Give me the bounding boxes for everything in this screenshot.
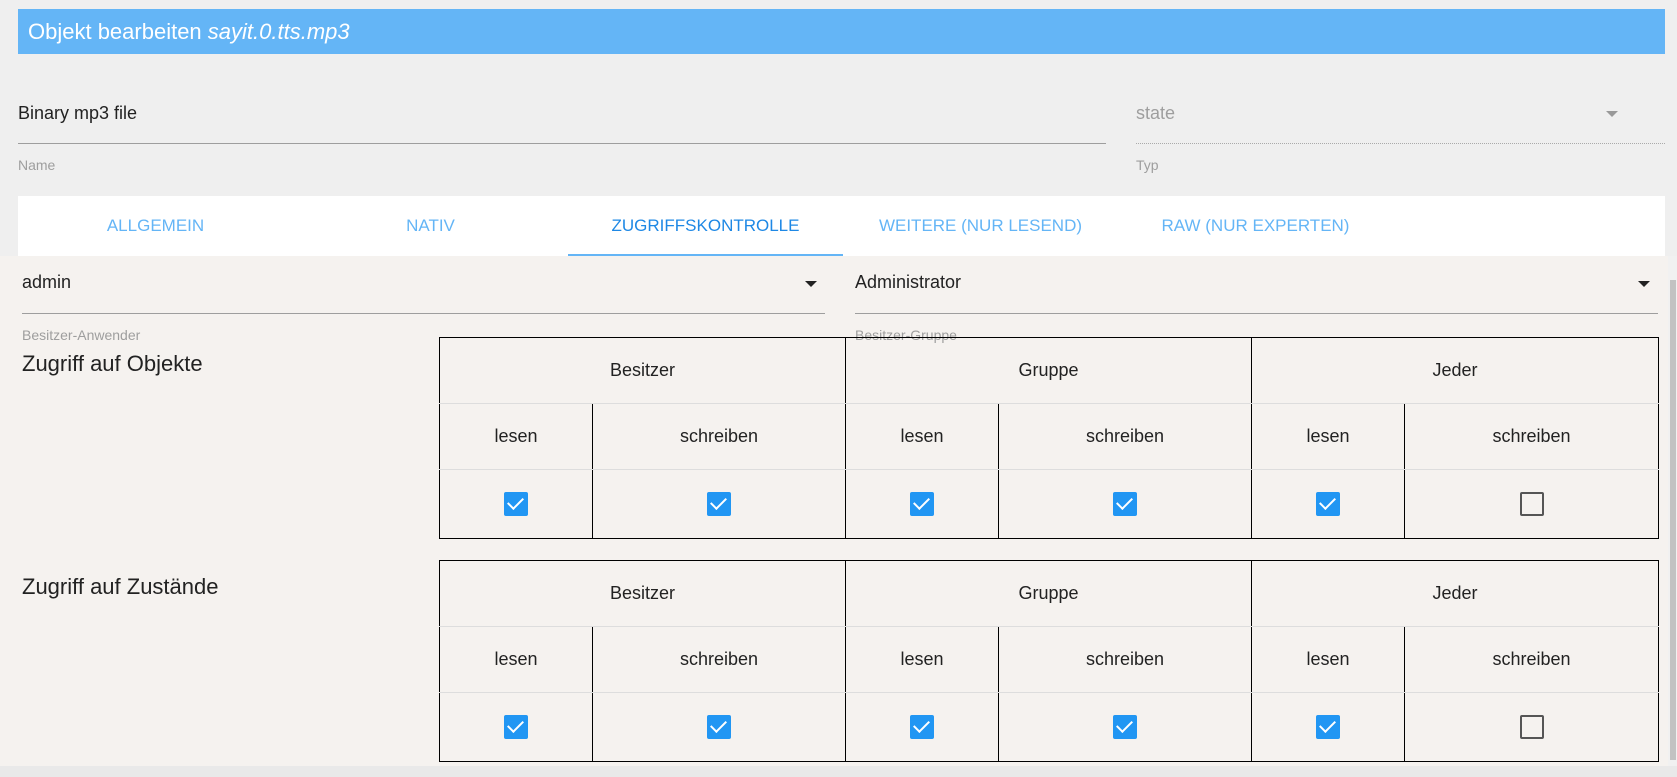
tab-allgemein[interactable]: ALLGEMEIN	[18, 196, 293, 256]
owner-group-value[interactable]: Administrator	[855, 272, 961, 293]
name-field[interactable]: Binary mp3 file Name	[18, 100, 1106, 180]
bottom-strip	[0, 766, 1677, 777]
dialog-title-bar: Objekt bearbeiten sayit.0.tts.mp3	[18, 9, 1665, 54]
header-read: lesen	[1251, 626, 1406, 693]
states-access-label: Zugriff auf Zustände	[22, 574, 219, 599]
objects-everyone-read-checkbox[interactable]	[1316, 492, 1341, 516]
scrollbar-thumb[interactable]	[1670, 280, 1676, 760]
tab-weitere[interactable]: WEITERE (NUR LESEND)	[843, 196, 1118, 256]
states-everyone-read-checkbox[interactable]	[1316, 715, 1341, 739]
objects-access-label: Zugriff auf Objekte	[22, 351, 203, 376]
states-owner-write-checkbox[interactable]	[707, 715, 731, 739]
type-helper-label: Typ	[1136, 157, 1159, 173]
header-write: schreiben	[1404, 626, 1660, 693]
objects-everyone-write-checkbox[interactable]	[1519, 492, 1544, 516]
objects-owner-write-checkbox[interactable]	[707, 492, 731, 516]
header-write: schreiben	[1404, 403, 1660, 470]
header-group: Gruppe	[844, 337, 1253, 404]
chevron-down-icon[interactable]	[1606, 111, 1618, 117]
owner-user-underline	[22, 313, 825, 314]
objects-access-table: Besitzer Gruppe Jeder lesen schreiben le…	[439, 337, 1660, 539]
header-read: lesen	[845, 403, 999, 470]
dialog-title-object-id: sayit.0.tts.mp3	[207, 19, 350, 44]
states-everyone-write-checkbox[interactable]	[1519, 715, 1544, 739]
objects-owner-read-checkbox[interactable]	[504, 492, 528, 516]
owner-user-select[interactable]: admin Besitzer-Anwender	[22, 264, 825, 344]
states-access-table: Besitzer Gruppe Jeder lesen schreiben le…	[439, 560, 1660, 762]
tab-zugriffskontrolle[interactable]: ZUGRIFFSKONTROLLE	[568, 196, 843, 256]
chevron-down-icon[interactable]	[805, 281, 817, 287]
header-read: lesen	[439, 403, 593, 470]
header-write: schreiben	[592, 626, 846, 693]
tab-nativ[interactable]: NATIV	[293, 196, 568, 256]
header-read: lesen	[1251, 403, 1406, 470]
owner-user-value[interactable]: admin	[22, 272, 71, 293]
header-write: schreiben	[592, 403, 846, 470]
name-underline	[18, 143, 1106, 144]
name-helper-label: Name	[18, 157, 56, 173]
header-everyone: Jeder	[1251, 337, 1660, 404]
owner-group-underline	[855, 313, 1658, 314]
name-input[interactable]: Binary mp3 file	[18, 103, 137, 124]
header-write: schreiben	[997, 403, 1253, 470]
type-select[interactable]: state Typ	[1136, 100, 1665, 180]
states-owner-read-checkbox[interactable]	[504, 715, 528, 739]
type-select-value[interactable]: state	[1136, 103, 1175, 124]
header-read: lesen	[439, 626, 593, 693]
states-group-read-checkbox[interactable]	[910, 715, 934, 739]
tab-raw[interactable]: RAW (NUR EXPERTEN)	[1118, 196, 1393, 256]
owner-user-helper-label: Besitzer-Anwender	[22, 327, 141, 343]
states-group-write-checkbox[interactable]	[1113, 715, 1137, 739]
header-everyone: Jeder	[1251, 560, 1660, 627]
chevron-down-icon[interactable]	[1638, 281, 1650, 287]
header-owner: Besitzer	[439, 337, 846, 404]
header-owner: Besitzer	[439, 560, 846, 627]
objects-group-read-checkbox[interactable]	[910, 492, 934, 516]
access-control-panel: admin Besitzer-Anwender Administrator Be…	[0, 256, 1668, 766]
dialog-title-prefix: Objekt bearbeiten	[28, 19, 202, 44]
objects-group-write-checkbox[interactable]	[1113, 492, 1137, 516]
type-underline	[1136, 143, 1665, 144]
owner-group-select[interactable]: Administrator Besitzer-Gruppe	[855, 264, 1658, 344]
tab-bar: ALLGEMEIN NATIV ZUGRIFFSKONTROLLE WEITER…	[18, 196, 1665, 256]
header-read: lesen	[845, 626, 999, 693]
header-write: schreiben	[997, 626, 1253, 693]
header-group: Gruppe	[844, 560, 1253, 627]
